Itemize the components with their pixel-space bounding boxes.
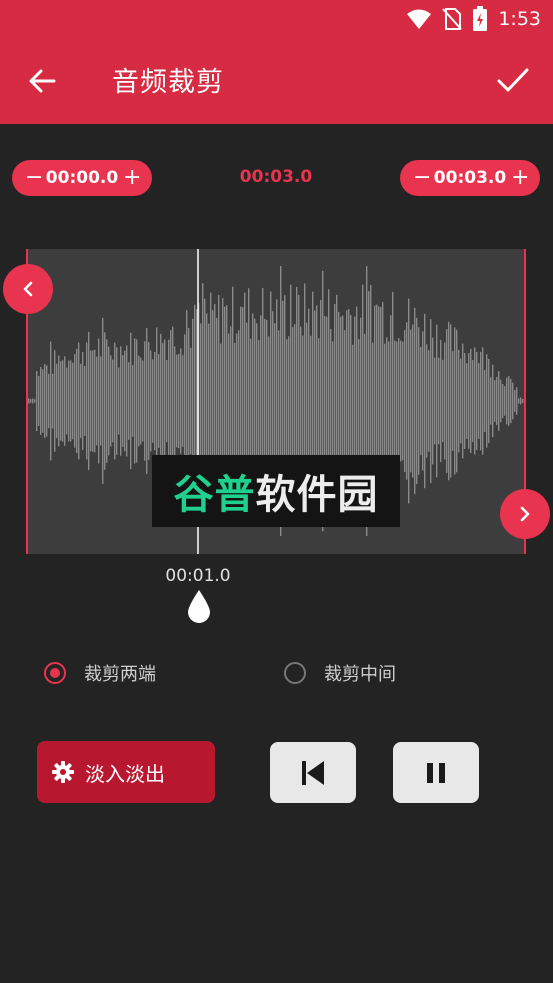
selection-duration: 00:03.0 [239, 167, 313, 187]
option-trim-ends[interactable]: 裁剪两端 [44, 660, 156, 686]
start-time-stepper: − 00:00.0 + [12, 160, 152, 196]
radio-trim-ends[interactable] [44, 662, 66, 684]
skip-previous-icon [302, 760, 324, 785]
option-trim-ends-label: 裁剪两端 [84, 664, 156, 685]
confirm-check-icon[interactable] [493, 60, 533, 100]
end-decrease-button[interactable]: − [413, 167, 431, 189]
end-time-value: 00:03.0 [433, 168, 507, 188]
scroll-left-button[interactable] [3, 264, 53, 314]
status-time: 1:53 [498, 8, 541, 30]
pause-icon [427, 762, 445, 783]
playhead-handle-icon[interactable] [187, 589, 211, 623]
chevron-right-icon [520, 506, 530, 522]
back-arrow-icon[interactable] [24, 62, 62, 100]
status-bar: 1:53 [0, 0, 553, 38]
page-title: 音频裁剪 [112, 67, 224, 98]
start-decrease-button[interactable]: − [25, 167, 43, 189]
gear-icon [52, 761, 74, 783]
radio-trim-middle[interactable] [284, 662, 306, 684]
no-sim-icon [442, 8, 463, 30]
pause-button[interactable] [393, 742, 479, 803]
end-time-stepper: − 00:03.0 + [400, 160, 540, 196]
option-trim-middle[interactable]: 裁剪中间 [284, 660, 396, 686]
app-bar: 音频裁剪 [0, 38, 553, 124]
playhead-time: 00:01.0 [165, 566, 231, 586]
fade-in-out-button[interactable]: 淡入淡出 [37, 741, 215, 803]
start-increase-button[interactable]: + [123, 167, 141, 189]
watermark-logo: 谷普 软件园 [152, 455, 400, 527]
battery-charging-icon [473, 6, 488, 31]
wifi-icon [407, 9, 432, 29]
start-time-value: 00:00.0 [45, 168, 119, 188]
end-increase-button[interactable]: + [511, 167, 529, 189]
skip-to-start-button[interactable] [270, 742, 356, 803]
fade-in-out-label: 淡入淡出 [85, 761, 165, 786]
chevron-left-icon [23, 281, 33, 297]
status-icons: 1:53 [406, 6, 541, 32]
option-trim-middle-label: 裁剪中间 [324, 664, 396, 685]
scroll-right-button[interactable] [500, 489, 550, 539]
